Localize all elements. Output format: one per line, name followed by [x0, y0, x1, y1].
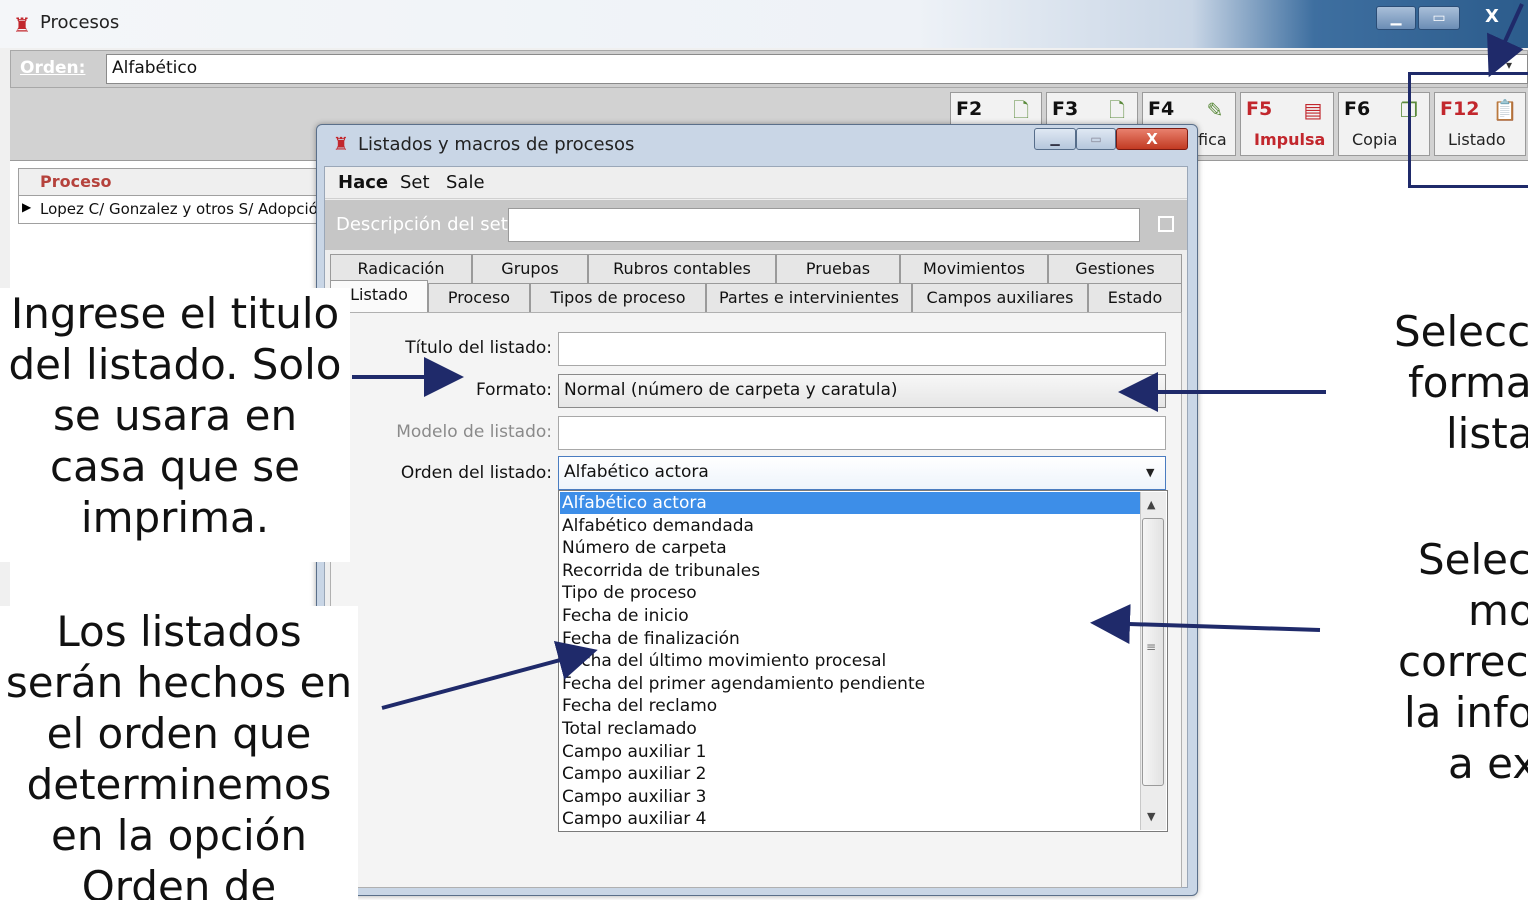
- arrow-to-orden: [381, 641, 598, 710]
- arrow-to-f12: [1487, 3, 1524, 78]
- arrow-to-modelo: [1090, 604, 1321, 644]
- annotation-arrows: [352, 3, 1524, 710]
